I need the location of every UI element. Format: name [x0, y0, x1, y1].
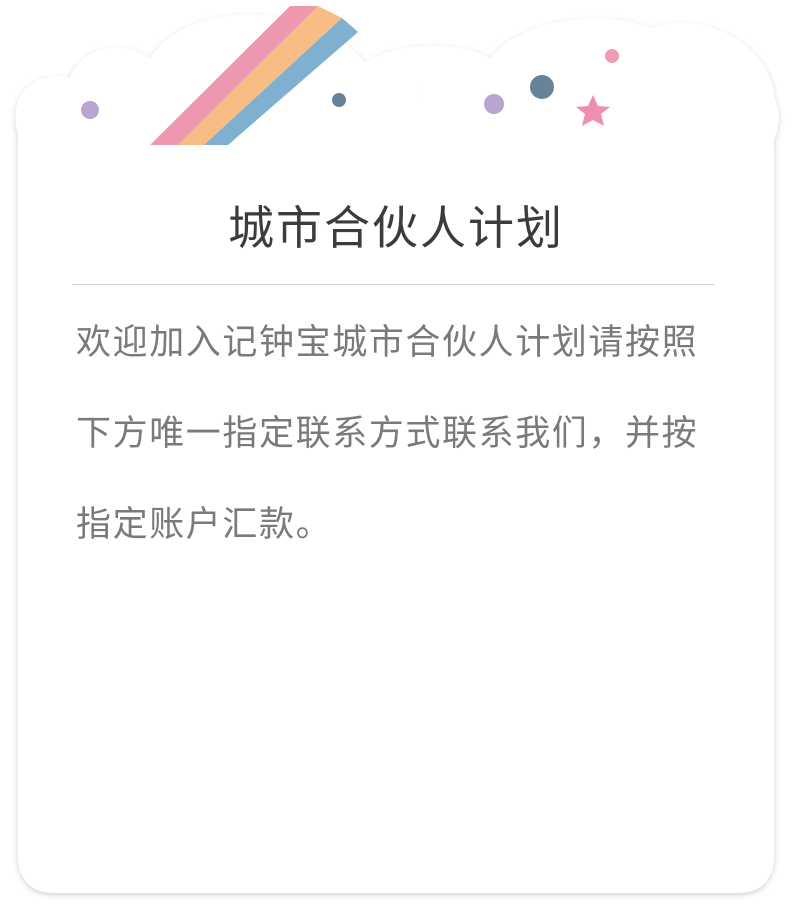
popup-stage: 城市合伙人计划 欢迎加入记钟宝城市合伙人计划请按照下方唯一指定联系方式联系我们，…: [0, 0, 792, 912]
popup-title: 城市合伙人计划: [228, 201, 564, 255]
dot-icon: [484, 94, 504, 114]
dot-icon: [332, 93, 346, 107]
dot-icon: [530, 75, 554, 99]
popup-message: 欢迎加入记钟宝城市合伙人计划请按照下方唯一指定联系方式联系我们，并按指定账户汇款…: [76, 323, 699, 545]
title-divider: [72, 284, 714, 285]
dot-icon: [81, 101, 99, 119]
dot-icon: [605, 49, 619, 63]
